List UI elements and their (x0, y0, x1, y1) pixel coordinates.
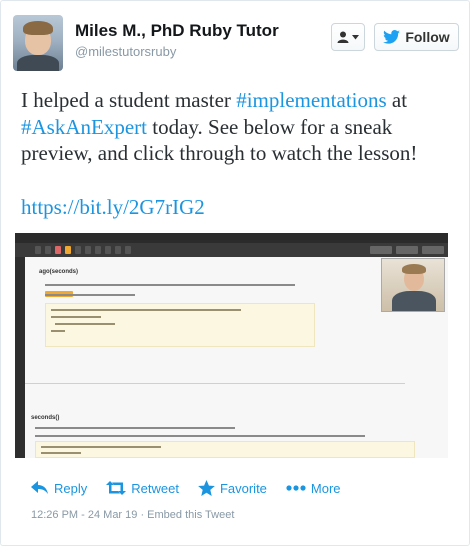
video-preview[interactable]: ago(seconds) seconds() (15, 233, 448, 458)
tweet-actions: Reply Retweet Favorite More (31, 477, 451, 499)
code-line (51, 330, 65, 332)
hashtag-implementations[interactable]: #implementations (236, 88, 386, 112)
hashtag-askanexpert[interactable]: #AskAnExpert (21, 115, 147, 139)
retweet-label: Retweet (131, 480, 179, 496)
caret-down-icon (352, 34, 359, 39)
star-icon (198, 480, 215, 496)
meta-separator: · (137, 509, 148, 521)
tweet-timestamp[interactable]: 12:26 PM - 24 Mar 19 (31, 509, 137, 521)
video-app-menubar (15, 233, 448, 243)
doc-section-title: ago(seconds) (39, 269, 79, 275)
doc-divider (25, 383, 405, 384)
toolbar-glyph (125, 246, 131, 254)
user-icon (337, 31, 349, 43)
reply-action[interactable]: Reply (31, 481, 87, 496)
toolbar-button (396, 246, 418, 254)
author-handle[interactable]: @milestutorsruby (75, 44, 279, 59)
toolbar-glyph (55, 246, 61, 254)
favorite-action[interactable]: Favorite (198, 480, 267, 496)
retweet-icon (106, 481, 127, 495)
reply-icon (31, 481, 48, 494)
author-display-name[interactable]: Miles M., PhD Ruby Tutor (75, 21, 279, 41)
toolbar-glyph (95, 246, 101, 254)
tweet-text-part2: at (386, 88, 408, 112)
author-avatar[interactable] (13, 15, 63, 71)
reply-label: Reply (54, 480, 88, 496)
doc-code-block (35, 441, 415, 458)
webcam-body (392, 291, 436, 311)
code-line (55, 323, 115, 325)
video-app-sidebar (15, 257, 25, 458)
code-line (41, 446, 161, 448)
tweet-link[interactable]: https://bit.ly/2G7rIG2 (21, 195, 205, 220)
bird-icon (383, 30, 401, 44)
code-line (41, 452, 81, 454)
toolbar-button (370, 246, 392, 254)
code-line (51, 309, 241, 311)
avatar-hair (23, 21, 53, 35)
toolbar-glyph (35, 246, 41, 254)
favorite-label: Favorite (219, 480, 267, 496)
toolbar-button (422, 246, 444, 254)
toolbar-glyph (75, 246, 81, 254)
doc-text-line (45, 294, 135, 296)
author-names: Miles M., PhD Ruby Tutor @milestutorsrub… (75, 21, 279, 59)
doc-text-line (35, 435, 365, 437)
doc-text-line (45, 284, 295, 286)
toolbar-glyph (115, 246, 121, 254)
tweet-text-part1: I helped a student master (21, 88, 237, 112)
avatar-shirt (17, 55, 59, 71)
webcam-hair (402, 264, 426, 274)
tweet-card: Miles M., PhD Ruby Tutor @milestutorsrub… (0, 0, 470, 546)
follow-button[interactable]: Follow (374, 23, 459, 51)
doc-section-title: seconds() (31, 415, 60, 421)
more-dots-icon (286, 485, 306, 491)
code-line (51, 316, 101, 318)
user-actions-dropdown[interactable] (331, 23, 365, 51)
more-action[interactable]: More (286, 481, 341, 496)
doc-text-line (35, 427, 235, 429)
retweet-action[interactable]: Retweet (106, 481, 179, 496)
tweet-header: Miles M., PhD Ruby Tutor @milestutorsrub… (13, 15, 459, 75)
toolbar-glyph (85, 246, 91, 254)
follow-label: Follow (405, 29, 450, 45)
more-label: More (310, 480, 341, 496)
toolbar-glyph (45, 246, 51, 254)
tweet-meta: 12:26 PM - 24 Mar 19 · Embed this Tweet (31, 509, 234, 521)
embed-tweet-link[interactable]: Embed this Tweet (147, 509, 234, 521)
tweet-text: I helped a student master #implementatio… (21, 87, 461, 167)
instructor-webcam (381, 258, 445, 312)
toolbar-glyph (65, 246, 71, 254)
toolbar-glyph (105, 246, 111, 254)
